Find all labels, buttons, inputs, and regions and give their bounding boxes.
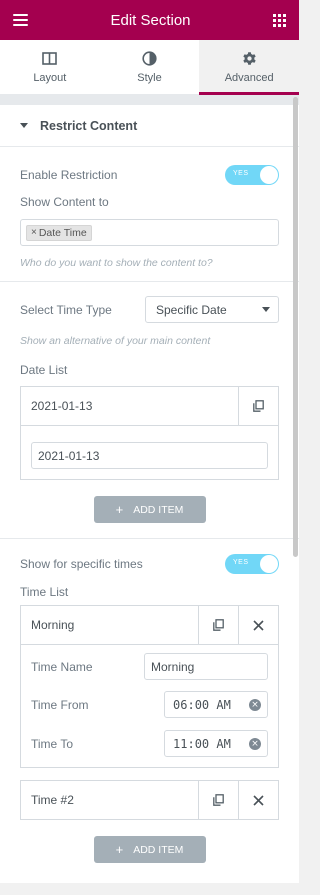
time-type-row: Select Time Type Specific Date xyxy=(0,296,299,323)
selected-tag: × Date Time xyxy=(26,224,92,241)
time-from-hour: 06 xyxy=(173,697,188,712)
remove-tag-icon[interactable]: × xyxy=(31,227,37,238)
gear-icon xyxy=(242,51,257,67)
grid-icon[interactable] xyxy=(272,13,286,27)
add-item-label: ADD ITEM xyxy=(133,843,184,856)
enable-restriction-label: Enable Restriction xyxy=(20,168,118,182)
date-list-repeater: 2021-01-13 2021-01-13 xyxy=(20,386,279,480)
time-to-value: 11:00 AM xyxy=(173,736,231,751)
switch-knob xyxy=(260,555,278,573)
add-date-item-button[interactable]: + ADD ITEM xyxy=(93,496,206,523)
time-list-repeater-item: Time #2 xyxy=(20,780,279,820)
repeater-item-title: Time #2 xyxy=(31,793,74,807)
close-icon xyxy=(253,619,264,631)
duplicate-icon xyxy=(213,794,224,806)
switch-text: YES xyxy=(233,559,249,566)
remove-button[interactable] xyxy=(238,606,278,644)
time-type-value: Specific Date xyxy=(156,302,227,317)
time-from-minute: 00 xyxy=(194,697,210,712)
time-from-row: Time From 06:00 AM × xyxy=(31,691,268,718)
time-to-ampm: AM xyxy=(216,736,231,751)
repeater-item-header[interactable]: Morning xyxy=(21,606,278,644)
time-from-ampm: AM xyxy=(216,697,231,712)
time-to-minute: 00 xyxy=(194,736,210,751)
duplicate-icon xyxy=(253,400,264,412)
tabs-bar: Layout Style Advanced xyxy=(0,40,300,95)
enable-restriction-row: Enable Restriction YES xyxy=(0,163,299,187)
plus-icon: + xyxy=(115,842,124,857)
panel-title: Edit Section xyxy=(110,11,191,29)
time-to-label: Time To xyxy=(31,736,74,751)
tab-layout[interactable]: Layout xyxy=(0,40,100,94)
time-from-label: Time From xyxy=(31,697,89,712)
time-list-repeater-item: Morning Time Name Morning Time From 06:0… xyxy=(20,605,279,768)
date-list-row: Date List xyxy=(0,362,299,378)
hamburger-icon[interactable] xyxy=(13,14,28,26)
show-content-select[interactable]: × Date Time xyxy=(20,219,279,246)
close-icon xyxy=(253,794,264,806)
date-list-label: Date List xyxy=(20,363,68,377)
scrollbar[interactable] xyxy=(293,97,298,557)
time-to-row: Time To 11:00 AM × xyxy=(31,730,268,757)
tag-label: Date Time xyxy=(38,226,87,239)
time-name-row: Time Name Morning xyxy=(31,653,268,680)
switch-knob xyxy=(260,166,278,184)
duplicate-icon xyxy=(213,619,224,631)
duplicate-button[interactable] xyxy=(198,606,238,644)
spacer xyxy=(0,95,299,105)
section-toggle-restrict-content[interactable]: Restrict Content xyxy=(0,105,299,147)
clear-icon[interactable]: × xyxy=(249,737,261,750)
tab-style[interactable]: Style xyxy=(100,40,200,94)
tab-label: Layout xyxy=(33,71,67,84)
tab-label: Style xyxy=(137,71,162,84)
enable-restriction-switch[interactable]: YES xyxy=(225,165,279,185)
clear-icon[interactable]: × xyxy=(249,698,261,711)
repeater-item-header[interactable]: 2021-01-13 xyxy=(21,387,278,425)
repeater-item-header[interactable]: Time #2 xyxy=(21,781,278,819)
section-title: Restrict Content xyxy=(40,118,138,133)
show-content-row: Show Content to xyxy=(0,194,299,210)
repeater-item-body: 2021-01-13 xyxy=(21,425,278,479)
time-from-input[interactable]: 06:00 AM × xyxy=(164,691,268,718)
time-type-select[interactable]: Specific Date xyxy=(145,296,279,323)
time-name-input[interactable]: Morning xyxy=(144,653,268,680)
plus-icon: + xyxy=(115,502,124,517)
time-list-label: Time List xyxy=(20,585,69,599)
switch-text: YES xyxy=(233,170,249,177)
time-to-hour: 11 xyxy=(173,736,188,751)
specific-times-row: Show for specific times YES xyxy=(0,553,299,575)
tab-advanced[interactable]: Advanced xyxy=(199,40,300,95)
panel-header: Edit Section xyxy=(0,0,299,40)
specific-times-switch[interactable]: YES xyxy=(225,554,279,574)
add-item-label: ADD ITEM xyxy=(133,503,184,516)
half-circle-icon xyxy=(142,51,157,67)
chevron-down-icon xyxy=(262,307,270,312)
repeater-item-title: Morning xyxy=(31,618,75,632)
layout-columns-icon xyxy=(42,51,58,67)
caret-down-icon xyxy=(20,123,28,128)
section-body: Enable Restriction YES Show Content to ×… xyxy=(0,147,299,883)
duplicate-button[interactable] xyxy=(238,387,278,425)
repeater-item-title: 2021-01-13 xyxy=(31,399,93,413)
time-to-input[interactable]: 11:00 AM × xyxy=(164,730,268,757)
time-type-hint: Show an alternative of your main content xyxy=(20,335,211,347)
time-name-label: Time Name xyxy=(31,659,93,674)
duplicate-button[interactable] xyxy=(198,781,238,819)
remove-button[interactable] xyxy=(238,781,278,819)
time-type-label: Select Time Type xyxy=(20,302,112,317)
repeater-item-body: Time Name Morning Time From 06:00 AM × T… xyxy=(21,644,278,767)
time-from-value: 06:00 AM xyxy=(173,697,231,712)
specific-times-label: Show for specific times xyxy=(20,557,143,571)
time-list-row: Time List xyxy=(0,584,299,600)
date-input[interactable]: 2021-01-13 xyxy=(31,442,268,469)
tab-label: Advanced xyxy=(224,71,274,84)
add-time-item-button[interactable]: + ADD ITEM xyxy=(93,836,206,863)
show-content-hint: Who do you want to show the content to? xyxy=(20,257,213,269)
show-content-label: Show Content to xyxy=(20,195,109,209)
